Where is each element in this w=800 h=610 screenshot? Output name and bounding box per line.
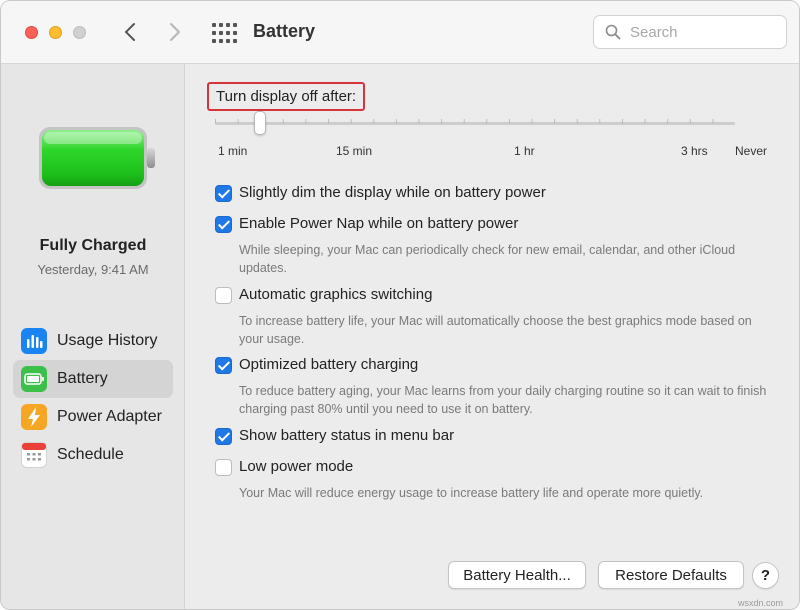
minimize-window-button[interactable] xyxy=(49,26,62,39)
low-power-mode-checkbox[interactable] xyxy=(215,459,232,476)
restore-defaults-button[interactable]: Restore Defaults xyxy=(598,561,744,589)
sidebar-item-label: Power Adapter xyxy=(57,408,162,425)
tick-label-15-min: 15 min xyxy=(336,144,373,158)
battery-status-title: Fully Charged xyxy=(39,237,147,254)
tick-label-3-hrs: 3 hrs xyxy=(681,144,708,158)
sidebar-item-label: Battery xyxy=(57,370,108,387)
sidebar: Fully Charged Yesterday, 9:41 AM Usage H… xyxy=(1,64,185,609)
calendar-icon xyxy=(21,442,47,468)
option-description: To increase battery life, your Mac will … xyxy=(239,314,752,346)
optimized-charging-checkbox[interactable] xyxy=(215,357,232,374)
toolbar: Battery Search xyxy=(1,1,799,64)
option-label: Automatic graphics switching xyxy=(239,286,433,303)
sidebar-item-usage-history[interactable]: Usage History xyxy=(13,322,173,360)
sidebar-item-battery[interactable]: Battery xyxy=(13,360,173,398)
battery-icon xyxy=(21,366,47,392)
watermark: wsxdn.com xyxy=(738,598,784,608)
option-description: While sleeping, your Mac can periodicall… xyxy=(239,243,736,275)
battery-status-time: Yesterday, 9:41 AM xyxy=(37,262,149,277)
power-nap-checkbox[interactable] xyxy=(215,216,232,233)
chevron-right-icon xyxy=(170,23,180,41)
grid-icon xyxy=(212,23,237,43)
window-title: Battery xyxy=(253,21,316,41)
graphics-switching-checkbox[interactable] xyxy=(215,287,232,304)
zoom-window-button[interactable] xyxy=(73,26,86,39)
back-button[interactable] xyxy=(117,19,143,45)
help-button[interactable]: ? xyxy=(752,562,779,589)
slider-tick-marks xyxy=(215,119,714,124)
battery-status-icon xyxy=(38,126,158,197)
option-label: Optimized battery charging xyxy=(239,356,419,373)
option-description: Your Mac will reduce energy usage to inc… xyxy=(239,486,704,500)
option-label: Enable Power Nap while on battery power xyxy=(239,215,519,232)
dim-display-checkbox[interactable] xyxy=(215,185,232,202)
search-placeholder: Search xyxy=(630,24,678,41)
chevron-left-icon xyxy=(125,23,135,41)
option-description: To reduce battery aging, your Mac learns… xyxy=(239,384,767,416)
display-off-label: Turn display off after: xyxy=(207,82,366,111)
tick-label-1-hr: 1 hr xyxy=(514,144,535,158)
option-label: Low power mode xyxy=(239,458,354,475)
sidebar-item-power-adapter[interactable]: Power Adapter xyxy=(13,398,173,436)
tick-label-never: Never xyxy=(735,144,768,158)
forward-button[interactable] xyxy=(162,19,188,45)
bolt-icon xyxy=(21,404,47,430)
display-off-slider-thumb[interactable] xyxy=(254,111,267,135)
search-icon xyxy=(605,24,621,40)
tick-label-1-min: 1 min xyxy=(218,144,248,158)
menu-bar-status-checkbox[interactable] xyxy=(215,428,232,445)
search-field[interactable]: Search xyxy=(593,15,787,49)
bar-chart-icon xyxy=(21,328,47,354)
system-preferences-window: Battery Search Fully Charged Yesterday, … xyxy=(0,0,800,610)
option-label: Show battery status in menu bar xyxy=(239,427,455,444)
option-label: Slightly dim the display while on batter… xyxy=(239,184,546,201)
sidebar-item-schedule[interactable]: Schedule xyxy=(13,436,173,474)
battery-settings-panel: Turn display off after: 1 min 15 min 1 h… xyxy=(185,64,799,609)
sidebar-item-label: Schedule xyxy=(57,446,124,463)
show-all-button[interactable] xyxy=(211,22,237,44)
close-window-button[interactable] xyxy=(25,26,38,39)
battery-health-button[interactable]: Battery Health... xyxy=(448,561,586,589)
sidebar-item-label: Usage History xyxy=(57,332,158,349)
